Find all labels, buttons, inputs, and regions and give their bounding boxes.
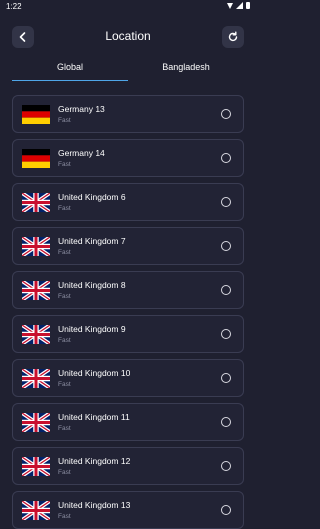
server-name: United Kingdom 11 [58, 412, 130, 422]
server-speed: Fast [58, 337, 71, 344]
server-name: United Kingdom 7 [58, 236, 126, 246]
server-row[interactable]: United Kingdom 12 Fast [12, 447, 244, 485]
server-name: United Kingdom 12 [58, 456, 131, 466]
uk-flag-icon [22, 237, 50, 256]
status-time: 1:22 [6, 2, 22, 11]
select-radio[interactable] [221, 417, 231, 427]
select-radio[interactable] [221, 329, 231, 339]
server-row[interactable]: United Kingdom 6 Fast [12, 183, 244, 221]
status-icons [227, 2, 250, 9]
uk-flag-icon [22, 281, 50, 300]
server-row[interactable]: Germany 13 Fast [12, 95, 244, 133]
server-speed: Fast [58, 381, 71, 388]
server-row[interactable]: Germany 14 Fast [12, 139, 244, 177]
server-row[interactable]: United Kingdom 13 Fast [12, 491, 244, 529]
status-bar: 1:22 [0, 0, 256, 14]
select-radio[interactable] [221, 241, 231, 251]
header: Location [0, 20, 256, 54]
select-radio[interactable] [221, 197, 231, 207]
battery-icon [246, 2, 250, 9]
refresh-icon [228, 31, 238, 42]
server-speed: Fast [58, 161, 71, 168]
server-speed: Fast [58, 293, 71, 300]
server-speed: Fast [58, 513, 71, 520]
tab-bangladesh[interactable]: Bangladesh [128, 58, 244, 80]
server-name: Germany 13 [58, 104, 105, 114]
server-speed: Fast [58, 425, 71, 432]
server-row[interactable]: United Kingdom 10 Fast [12, 359, 244, 397]
server-speed: Fast [58, 205, 71, 212]
uk-flag-icon [22, 325, 50, 344]
signal-icon [236, 2, 243, 9]
select-radio[interactable] [221, 373, 231, 383]
uk-flag-icon [22, 501, 50, 520]
server-speed: Fast [58, 249, 71, 256]
select-radio[interactable] [221, 285, 231, 295]
server-row[interactable]: United Kingdom 7 Fast [12, 227, 244, 265]
server-name: United Kingdom 13 [58, 500, 131, 510]
select-radio[interactable] [221, 461, 231, 471]
tab-global[interactable]: Global [12, 58, 128, 81]
server-speed: Fast [58, 117, 71, 124]
wifi-icon [227, 2, 233, 9]
uk-flag-icon [22, 369, 50, 388]
uk-flag-icon [22, 193, 50, 212]
server-name: United Kingdom 10 [58, 368, 131, 378]
server-row[interactable]: United Kingdom 11 Fast [12, 403, 244, 441]
uk-flag-icon [22, 413, 50, 432]
server-speed: Fast [58, 469, 71, 476]
select-radio[interactable] [221, 153, 231, 163]
uk-flag-icon [22, 457, 50, 476]
tab-bar: Global Bangladesh [12, 58, 244, 82]
server-name: United Kingdom 9 [58, 324, 126, 334]
page-title: Location [105, 29, 151, 43]
server-row[interactable]: United Kingdom 9 Fast [12, 315, 244, 353]
server-name: Germany 14 [58, 148, 105, 158]
germany-flag-icon [22, 105, 50, 124]
refresh-button[interactable] [222, 26, 244, 48]
server-name: United Kingdom 8 [58, 280, 126, 290]
germany-flag-icon [22, 149, 50, 168]
server-name: United Kingdom 6 [58, 192, 126, 202]
select-radio[interactable] [221, 109, 231, 119]
select-radio[interactable] [221, 505, 231, 515]
server-row[interactable]: United Kingdom 8 Fast [12, 271, 244, 309]
